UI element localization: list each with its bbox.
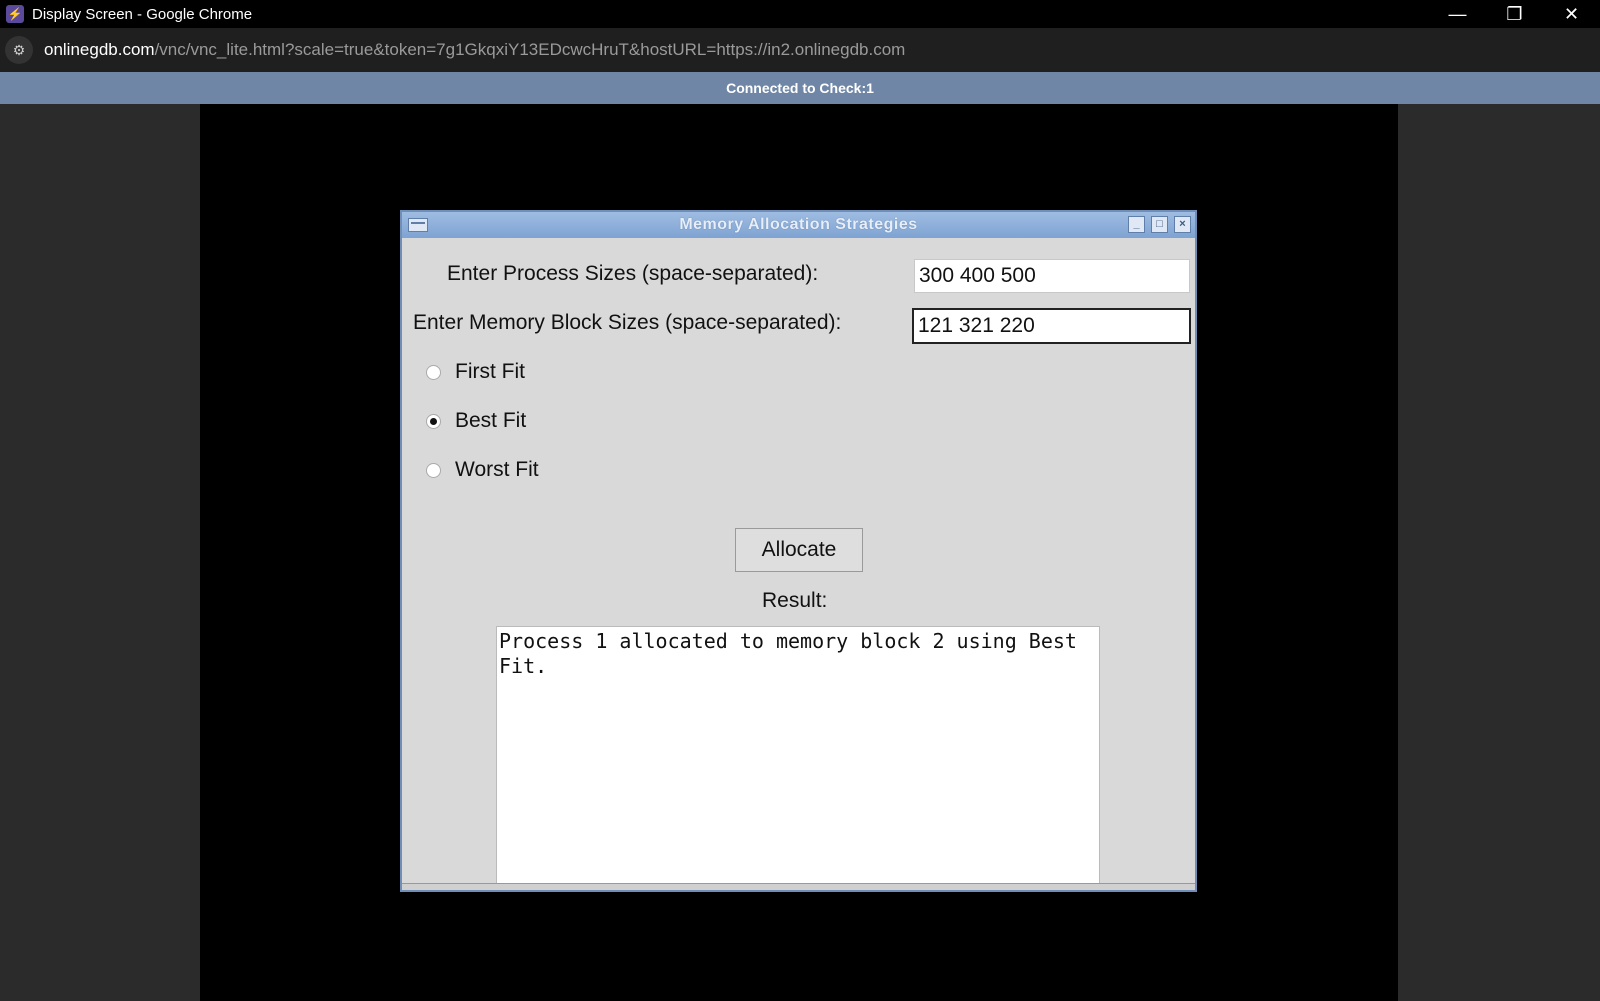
block-sizes-input[interactable]: 121 321 220 bbox=[912, 308, 1191, 344]
address-bar[interactable]: ⚙ onlinegdb.com/vnc/vnc_lite.html?scale=… bbox=[0, 28, 1600, 72]
url-text[interactable]: onlinegdb.com/vnc/vnc_lite.html?scale=tr… bbox=[44, 40, 905, 60]
url-path: /vnc/vnc_lite.html?scale=true&token=7g1G… bbox=[154, 40, 906, 59]
process-sizes-input[interactable]: 300 400 500 bbox=[914, 259, 1190, 293]
url-host: onlinegdb.com bbox=[44, 40, 155, 59]
window-menu-icon[interactable] bbox=[408, 218, 428, 232]
window-controls: — ❐ ✕ bbox=[1429, 0, 1600, 28]
close-button[interactable]: ✕ bbox=[1543, 0, 1600, 28]
radio-button[interactable] bbox=[426, 413, 441, 429]
horizontal-scrollbar[interactable] bbox=[402, 883, 1195, 890]
minimize-button[interactable]: — bbox=[1429, 0, 1486, 28]
restore-button[interactable]: ❐ bbox=[1486, 0, 1543, 28]
window-title: Display Screen - Google Chrome bbox=[32, 5, 253, 23]
app-close-icon[interactable]: × bbox=[1174, 216, 1191, 233]
radio-label: Best Fit bbox=[455, 409, 527, 432]
vnc-status-bar: Connected to Check:1 bbox=[0, 72, 1600, 104]
result-label: Result: bbox=[762, 589, 828, 612]
site-info-icon[interactable]: ⚙ bbox=[5, 36, 33, 64]
radio-button[interactable] bbox=[426, 462, 441, 478]
allocate-button[interactable]: Allocate bbox=[735, 528, 863, 572]
app-title: Memory Allocation Strategies bbox=[679, 216, 918, 233]
radio-button[interactable] bbox=[426, 364, 441, 380]
app-minimize-icon[interactable]: _ bbox=[1128, 216, 1145, 233]
lightning-icon: ⚡ bbox=[6, 5, 24, 23]
process-sizes-label: Enter Process Sizes (space-separated): bbox=[447, 262, 819, 285]
app-titlebar[interactable]: Memory Allocation Strategies _ □ × bbox=[402, 212, 1195, 238]
browser-titlebar: ⚡ Display Screen - Google Chrome — ❐ ✕ bbox=[0, 0, 1600, 28]
result-textarea[interactable]: Process 1 allocated to memory block 2 us… bbox=[496, 626, 1100, 886]
vnc-status-text: Connected to Check:1 bbox=[726, 80, 874, 96]
app-maximize-icon[interactable]: □ bbox=[1151, 216, 1168, 233]
radio-first-fit[interactable]: First Fit bbox=[426, 360, 525, 384]
radio-label: First Fit bbox=[455, 360, 525, 383]
radio-worst-fit[interactable]: Worst Fit bbox=[426, 458, 539, 482]
block-sizes-label: Enter Memory Block Sizes (space-separate… bbox=[413, 311, 842, 334]
app-window-controls: _ □ × bbox=[1128, 216, 1191, 233]
radio-best-fit[interactable]: Best Fit bbox=[426, 409, 526, 433]
radio-label: Worst Fit bbox=[455, 458, 539, 481]
app-window: Memory Allocation Strategies _ □ × Enter… bbox=[400, 210, 1197, 892]
